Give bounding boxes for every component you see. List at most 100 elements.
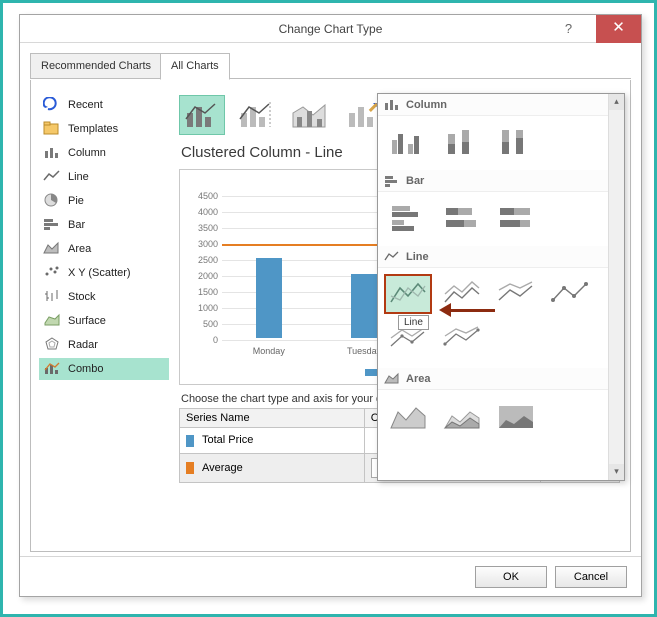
overlay-category-label: Area [406, 373, 430, 385]
area-100stacked[interactable] [492, 396, 540, 436]
y-tick-label: 3000 [188, 239, 218, 249]
x-tick-label: Monday [246, 346, 292, 356]
overlay-category-label: Line [406, 251, 429, 263]
y-tick-label: 2500 [188, 255, 218, 265]
sidebar-item-combo[interactable]: Combo [39, 358, 169, 380]
chart-category-sidebar: Recent Templates Column Line Pie [39, 94, 169, 382]
sidebar-item-templates[interactable]: Templates [39, 118, 169, 140]
column-clustered[interactable] [384, 122, 432, 162]
overlay-category-bar: Bar [378, 170, 608, 192]
sidebar-item-scatter[interactable]: X Y (Scatter) [39, 262, 169, 284]
y-tick-label: 500 [188, 319, 218, 329]
scroll-up-icon[interactable]: ▴ [609, 94, 624, 110]
line-icon [384, 250, 400, 263]
y-tick-label: 1500 [188, 287, 218, 297]
bar-icon [384, 174, 400, 187]
sidebar-item-surface[interactable]: Surface [39, 310, 169, 332]
annotation-arrow [439, 303, 495, 317]
bar-100stacked[interactable] [492, 198, 540, 238]
column-icon [384, 98, 400, 111]
overlay-category-label: Bar [406, 175, 424, 187]
col-series-name: Series Name [180, 409, 365, 428]
line-markers[interactable] [546, 274, 594, 314]
overlay-line-grid: Line [378, 268, 608, 368]
line-100stacked[interactable] [492, 274, 540, 314]
overlay-bar-grid [378, 192, 608, 246]
series-name: Average [202, 462, 243, 474]
sidebar-item-recent[interactable]: Recent [39, 94, 169, 116]
chart-type-picker-overlay: Column Bar Line [377, 93, 625, 481]
y-tick-label: 4500 [188, 191, 218, 201]
overlay-scrollbar[interactable]: ▴ ▾ [608, 94, 624, 480]
sidebar-item-label: Bar [68, 214, 85, 236]
scatter-icon [43, 265, 61, 281]
scroll-down-icon[interactable]: ▾ [609, 464, 624, 480]
screenshot-frame: Change Chart Type ? ✕ Recommended Charts… [0, 0, 657, 617]
line-basic[interactable]: Line [384, 274, 432, 314]
overlay-category-area: Area [378, 368, 608, 390]
surface-icon [43, 313, 61, 329]
area-icon [43, 241, 61, 257]
subtype-clustered-column-line[interactable] [179, 95, 225, 135]
y-tick-label: 3500 [188, 223, 218, 233]
tab-recommended-charts[interactable]: Recommended Charts [30, 53, 162, 79]
sidebar-item-label: X Y (Scatter) [68, 262, 131, 284]
bar [351, 274, 377, 338]
sidebar-item-label: Pie [68, 190, 84, 212]
bar-clustered[interactable] [384, 198, 432, 238]
sidebar-item-line[interactable]: Line [39, 166, 169, 188]
sidebar-item-stock[interactable]: Stock [39, 286, 169, 308]
y-tick-label: 1000 [188, 303, 218, 313]
bar [256, 258, 282, 338]
overlay-area-grid [378, 390, 608, 444]
dialog-footer: OK Cancel [20, 556, 641, 596]
series-swatch [186, 462, 194, 474]
area-icon [384, 372, 400, 385]
pie-icon [43, 193, 61, 209]
area-stacked[interactable] [438, 396, 486, 436]
sidebar-item-label: Surface [68, 310, 106, 332]
overlay-category-line: Line [378, 246, 608, 268]
subtype-clustered-column-line-secondary[interactable] [233, 95, 279, 135]
column-icon [43, 145, 61, 161]
sidebar-item-label: Combo [68, 358, 103, 380]
y-tick-label: 0 [188, 335, 218, 345]
column-stacked[interactable] [438, 122, 486, 162]
sidebar-item-label: Area [68, 238, 91, 260]
sidebar-item-label: Recent [68, 94, 103, 116]
recent-icon [43, 97, 61, 113]
subtype-stacked-area-column[interactable] [287, 95, 333, 135]
line-icon [43, 169, 61, 185]
bar-icon [43, 217, 61, 233]
overlay-category-label: Column [406, 99, 447, 111]
cancel-button[interactable]: Cancel [555, 566, 627, 588]
sidebar-item-label: Stock [68, 286, 96, 308]
area-basic[interactable] [384, 396, 432, 436]
sidebar-item-label: Templates [68, 118, 118, 140]
titlebar: Change Chart Type ? ✕ [20, 15, 641, 43]
bar-stacked[interactable] [438, 198, 486, 238]
series-swatch [186, 435, 194, 447]
sidebar-item-label: Column [68, 142, 106, 164]
overlay-tooltip: Line [398, 315, 429, 330]
sidebar-item-label: Radar [68, 334, 98, 356]
sidebar-item-bar[interactable]: Bar [39, 214, 169, 236]
sidebar-item-column[interactable]: Column [39, 142, 169, 164]
y-tick-label: 4000 [188, 207, 218, 217]
series-name: Total Price [202, 434, 253, 446]
sidebar-item-label: Line [68, 166, 89, 188]
help-button[interactable]: ? [546, 15, 591, 43]
tab-strip: Recommended Charts All Charts [30, 53, 631, 79]
sidebar-item-pie[interactable]: Pie [39, 190, 169, 212]
close-button[interactable]: ✕ [596, 15, 641, 43]
column-100stacked[interactable] [492, 122, 540, 162]
line-100stacked-markers[interactable] [438, 320, 486, 360]
tab-all-charts[interactable]: All Charts [160, 53, 230, 80]
sidebar-item-radar[interactable]: Radar [39, 334, 169, 356]
ok-button[interactable]: OK [475, 566, 547, 588]
y-tick-label: 2000 [188, 271, 218, 281]
combo-icon [43, 361, 61, 377]
radar-icon [43, 337, 61, 353]
templates-icon [43, 121, 61, 137]
sidebar-item-area[interactable]: Area [39, 238, 169, 260]
